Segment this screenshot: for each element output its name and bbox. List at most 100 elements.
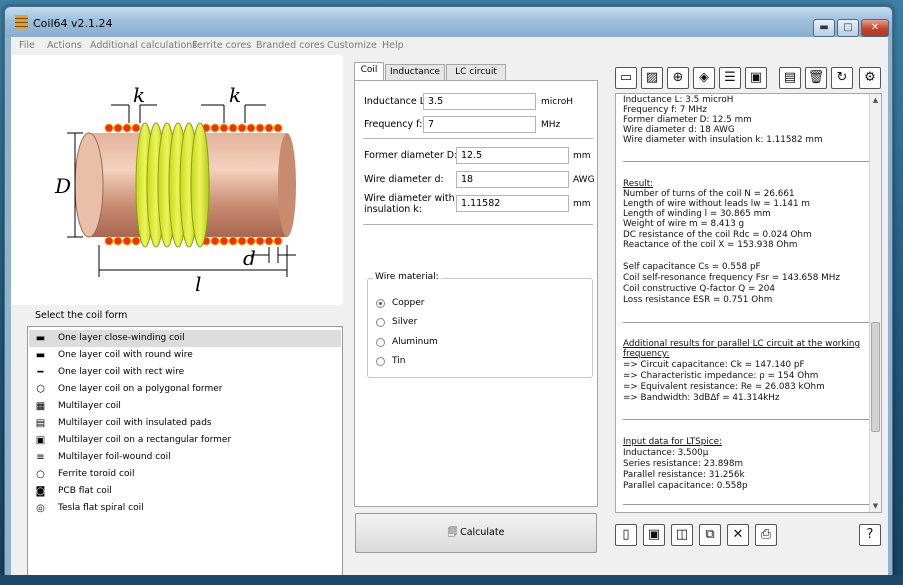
list-item[interactable]: ▤ Multilayer coil with insulated pads xyxy=(29,415,341,432)
radio-aluminum[interactable] xyxy=(376,338,385,347)
help-icon: ? xyxy=(866,527,874,542)
save-icon: ▣ xyxy=(749,70,763,85)
erase-button[interactable]: ◈ xyxy=(693,67,715,89)
result-line: Parallel resistance: 31.256k xyxy=(623,470,745,480)
label-k-left: k xyxy=(133,83,145,107)
inductance-unit: microH xyxy=(541,97,573,107)
save-result-button[interactable]: ▣ xyxy=(745,67,767,89)
results-scrollbar[interactable]: ▲ ▼ xyxy=(869,94,881,512)
columns-icon: ◫ xyxy=(675,527,689,542)
plus-icon: ⊕ xyxy=(672,70,684,85)
inductance-input[interactable]: 3.5 xyxy=(423,93,536,110)
radio-tin[interactable] xyxy=(376,357,385,366)
list-item[interactable]: ▦ Multilayer coil xyxy=(29,398,341,415)
radio-copper[interactable] xyxy=(376,299,385,308)
close-icon: ✕ xyxy=(732,527,744,542)
minimize-button[interactable]: ▬ xyxy=(813,19,835,37)
wire-diameter-input[interactable]: 18 xyxy=(456,171,569,188)
list-item[interactable]: ◙ PCB flat coil xyxy=(29,483,341,500)
result-line: => Equivalent resistance: Re = 26.083 kO… xyxy=(623,382,825,392)
coil-form-label: Select the coil form xyxy=(35,310,128,321)
tab-inductance[interactable]: Inductance xyxy=(385,64,445,80)
list-item[interactable]: ━ One layer coil with rect wire xyxy=(29,364,341,381)
taskbar xyxy=(0,575,903,585)
tab-coil[interactable]: Coil xyxy=(354,62,384,80)
open-icon: ▯ xyxy=(622,527,630,542)
foil-icon: ≡ xyxy=(36,452,45,463)
separator xyxy=(623,322,869,323)
spice-title: Input data for LTSpice: xyxy=(623,437,722,447)
list-item-label: One layer coil with rect wire xyxy=(58,367,185,377)
new-window-button[interactable]: ▭ xyxy=(615,67,637,89)
save-icon: ▣ xyxy=(647,527,661,542)
scroll-up-icon[interactable]: ▲ xyxy=(870,96,881,104)
insulation-input[interactable]: 1.11582 xyxy=(456,195,569,212)
document-icon: ▤ xyxy=(783,70,797,85)
add-button[interactable]: ⊕ xyxy=(667,67,689,89)
calculate-button[interactable]: 🗐 Calculate xyxy=(355,513,597,553)
insulation-label-line1: Wire diameter with xyxy=(364,193,455,204)
list-item[interactable]: ◎ Tesla flat spiral coil xyxy=(29,500,341,517)
list-item[interactable]: ≡ Multilayer foil-wound coil xyxy=(29,449,341,466)
open-button[interactable]: ▯ xyxy=(615,524,637,546)
menu-file[interactable]: File xyxy=(19,40,35,51)
result-line: Coil self-resonance frequency Fsr = 143.… xyxy=(623,273,840,283)
result-line: Parallel capacitance: 0.558p xyxy=(623,481,748,491)
rect-wire-icon: ━ xyxy=(37,367,44,378)
result-line: Wire diameter with insulation k: 1.11582… xyxy=(623,135,823,145)
gear-icon: ⚙ xyxy=(864,70,876,85)
show-picture-button[interactable]: ▨ xyxy=(641,67,663,89)
print-button[interactable]: ⎙ xyxy=(755,524,777,546)
settings-button[interactable]: ⚙ xyxy=(859,67,881,89)
result-line: => Circuit capacitance: Ck = 147.140 pF xyxy=(623,360,805,370)
silver-label: Silver xyxy=(392,317,418,327)
save-as-button[interactable]: ▤ xyxy=(779,67,801,89)
results-pane[interactable]: Inductance L: 3.5 microH Frequency f: 7 … xyxy=(615,93,882,513)
columns-button[interactable]: ◫ xyxy=(671,524,693,546)
list-button[interactable]: ☰ xyxy=(719,67,741,89)
maximize-button[interactable]: □ xyxy=(837,19,859,37)
list-item-label: Multilayer coil xyxy=(58,401,121,411)
lc-title: Additional results for parallel LC circu… xyxy=(623,339,861,349)
tab-lc-circuit[interactable]: LC circuit xyxy=(446,64,506,80)
list-item-label: Multilayer foil-wound coil xyxy=(58,452,171,462)
save-button[interactable]: ▣ xyxy=(643,524,665,546)
scroll-down-icon[interactable]: ▼ xyxy=(870,502,881,510)
close-button[interactable]: ✕ xyxy=(861,19,889,37)
result-line: Inductance: 3.500μ xyxy=(623,448,709,458)
result-line: Series resistance: 23.898m xyxy=(623,459,744,469)
list-item[interactable]: ○ Ferrite toroid coil xyxy=(29,466,341,483)
menu-additional-calculations[interactable]: Additional calculations xyxy=(90,40,197,51)
frequency-input[interactable]: 7 xyxy=(423,116,536,133)
coil-form-list[interactable]: ▬ One layer close-winding coil ▬ One layer … xyxy=(27,326,343,577)
former-tube-end xyxy=(278,133,296,237)
list-item[interactable]: ▬ One layer coil with round wire xyxy=(29,347,341,364)
result-line: Coil constructive Q-factor Q = 204 xyxy=(623,284,775,294)
result-line: Loss resistance ESR = 0.751 Ohm xyxy=(623,295,773,305)
menu-actions[interactable]: Actions xyxy=(47,40,82,51)
toroid-icon: ○ xyxy=(36,469,45,480)
former-diameter-label: Former diameter D: xyxy=(364,150,458,161)
separator xyxy=(623,419,869,420)
radio-silver[interactable] xyxy=(376,318,385,327)
list-item[interactable]: ▬ One layer close-winding coil xyxy=(29,330,341,347)
app-window: Coil64 v2.1.24 ▬ □ ✕ File Actions Additi… xyxy=(4,6,893,581)
client-area: k k D l d Select the coil form ▬ One laye… xyxy=(11,55,888,578)
menu-help[interactable]: Help xyxy=(382,40,404,51)
scroll-thumb[interactable] xyxy=(871,322,880,432)
wire-diameter-unit: AWG xyxy=(573,175,595,185)
menu-ferrite-cores[interactable]: Ferrite cores xyxy=(192,40,251,51)
refresh-button[interactable]: ↻ xyxy=(831,67,853,89)
eraser-icon: ◈ xyxy=(699,70,709,85)
former-diameter-input[interactable]: 12.5 xyxy=(456,147,569,164)
help-button[interactable]: ? xyxy=(859,524,881,546)
list-item-label: One layer coil with round wire xyxy=(58,350,193,360)
delete-button[interactable]: ✕ xyxy=(727,524,749,546)
menu-customize[interactable]: Customize xyxy=(327,40,377,51)
list-item[interactable]: ▣ Multilayer coil on a rectangular former xyxy=(29,432,341,449)
result-line: Inductance L: 3.5 microH xyxy=(623,95,734,105)
list-item[interactable]: ⬡ One layer coil on a polygonal former xyxy=(29,381,341,398)
menu-branded-cores[interactable]: Branded cores xyxy=(256,40,325,51)
copy-button[interactable]: ⧉ xyxy=(699,524,721,546)
clear-button[interactable]: 🗑 xyxy=(805,67,827,89)
